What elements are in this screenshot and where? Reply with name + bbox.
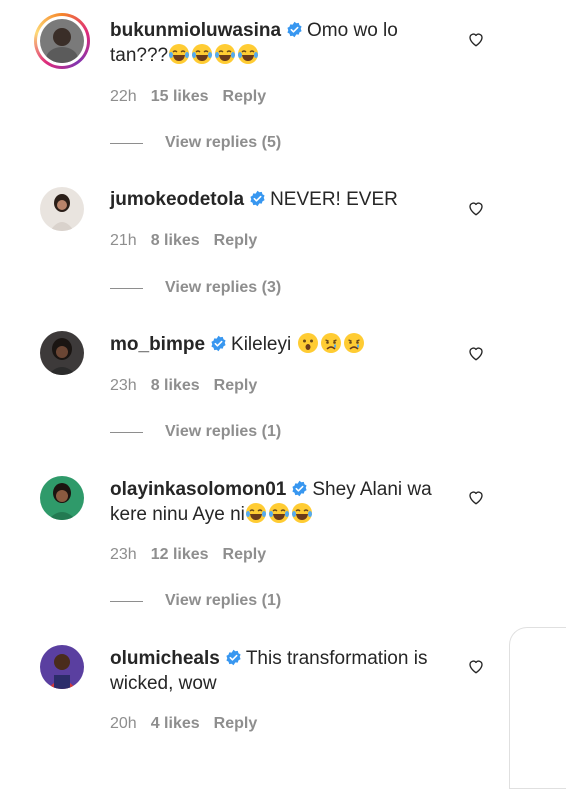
comment-text-block: bukunmioluwasina Omo wo lo tan??? (110, 18, 440, 68)
reply-button[interactable]: Reply (223, 546, 267, 563)
avatar[interactable] (40, 331, 84, 375)
avatar-story-ring[interactable] (34, 13, 90, 69)
view-replies-label: View replies (1) (165, 423, 282, 440)
comment-text-block: jumokeodetola NEVER! EVER (110, 187, 440, 212)
verified-badge-icon (211, 335, 226, 352)
verified-badge-icon (292, 480, 307, 497)
avatar[interactable] (40, 187, 84, 231)
reply-button[interactable]: Reply (214, 377, 258, 394)
heart-outline-icon[interactable] (467, 199, 485, 217)
comment-meta: 23h 8 likes Reply (110, 377, 271, 395)
comment-username[interactable]: mo_bimpe (110, 334, 205, 355)
comment-username[interactable]: bukunmioluwasina (110, 20, 281, 41)
sad-face-icon (320, 333, 341, 353)
divider-line (110, 143, 143, 144)
emoji-group (297, 333, 366, 355)
comment-meta: 21h 8 likes Reply (110, 232, 271, 250)
comment-text-block: olayinkasolomon01 Shey Alani wa kere ninu… (110, 477, 440, 527)
heart-outline-icon[interactable] (467, 488, 485, 506)
comment-time: 20h (110, 715, 137, 732)
comment-username[interactable]: jumokeodetola (110, 189, 244, 210)
verified-badge-icon (226, 649, 241, 666)
face-with-tears-of-joy-icon (291, 503, 312, 523)
comment-likes[interactable]: 8 likes (151, 377, 200, 394)
comment-text-block: mo_bimpe Kileleyi (110, 332, 440, 357)
face-with-tears-of-joy-icon (238, 44, 259, 64)
comment-time: 23h (110, 546, 137, 563)
avatar[interactable] (40, 476, 84, 520)
comment-likes[interactable]: 12 likes (151, 546, 209, 563)
reply-button[interactable]: Reply (223, 88, 267, 105)
heart-outline-icon[interactable] (467, 30, 485, 48)
face-with-tears-of-joy-icon (169, 44, 190, 64)
comment-likes[interactable]: 8 likes (151, 232, 200, 249)
avatar (40, 19, 84, 63)
edge-panel (509, 627, 566, 789)
comment-likes[interactable]: 4 likes (151, 715, 200, 732)
comment-meta: 22h 15 likes Reply (110, 88, 280, 106)
emoji-group (168, 44, 260, 66)
view-replies-label: View replies (3) (165, 279, 282, 296)
face-with-tears-of-joy-icon (192, 44, 213, 64)
comment-meta: 23h 12 likes Reply (110, 546, 280, 564)
astonished-face-icon (297, 333, 318, 353)
comment-username[interactable]: olayinkasolomon01 (110, 479, 286, 500)
comment-time: 23h (110, 377, 137, 394)
view-replies-label: View replies (5) (165, 134, 282, 151)
face-with-tears-of-joy-icon (215, 44, 236, 64)
avatar[interactable] (40, 645, 84, 689)
emoji-group (245, 503, 314, 525)
comment-body: NEVER! EVER (270, 189, 398, 210)
divider-line (110, 601, 143, 602)
face-with-tears-of-joy-icon (245, 503, 266, 523)
verified-badge-icon (287, 21, 302, 38)
divider-line (110, 288, 143, 289)
comment-username[interactable]: olumicheals (110, 648, 220, 669)
comment-meta: 20h 4 likes Reply (110, 715, 271, 733)
comment-body: Kileleyi (231, 334, 292, 355)
comment-time: 22h (110, 88, 137, 105)
comment-time: 21h (110, 232, 137, 249)
comment-text-block: olumicheals This transformation is wicked… (110, 646, 440, 696)
verified-badge-icon (250, 190, 265, 207)
view-replies-label: View replies (1) (165, 592, 282, 609)
reply-button[interactable]: Reply (214, 715, 258, 732)
reply-button[interactable]: Reply (214, 232, 258, 249)
divider-line (110, 432, 143, 433)
heart-outline-icon[interactable] (467, 657, 485, 675)
sad-face-icon (343, 333, 364, 353)
comment-likes[interactable]: 15 likes (151, 88, 209, 105)
heart-outline-icon[interactable] (467, 344, 485, 362)
face-with-tears-of-joy-icon (268, 503, 289, 523)
